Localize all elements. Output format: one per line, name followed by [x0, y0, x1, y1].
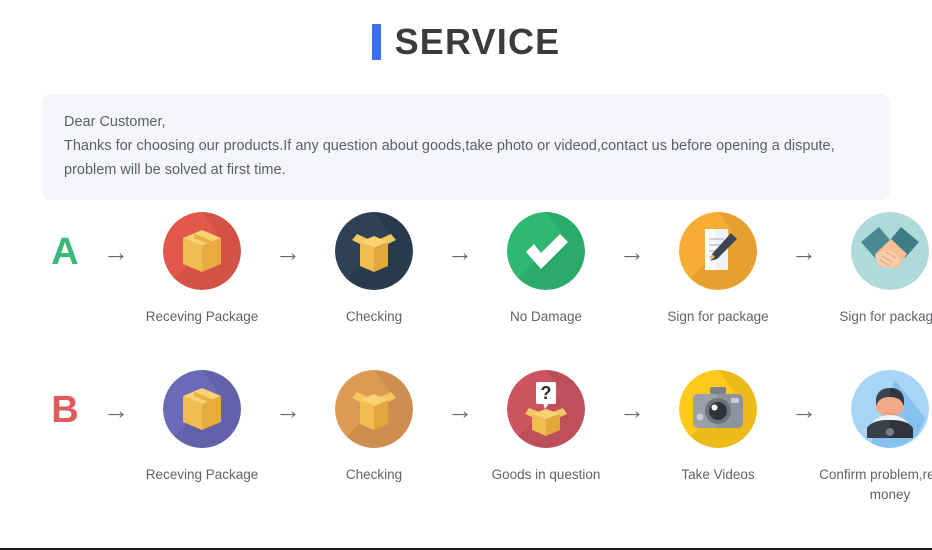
step-b-goods-in-question[interactable]: ? Goods in question — [488, 370, 604, 485]
service-page: SERVICE Dear Customer, Thanks for choosi… — [0, 0, 932, 550]
arrow-icon: → — [604, 370, 660, 450]
notice-line-3: problem will be solved at first time. — [64, 162, 286, 178]
closed-box-icon — [163, 370, 241, 448]
step-label: Receving Package — [145, 309, 259, 324]
step-label: Checking — [345, 467, 403, 482]
step-a-no-damage[interactable]: No Damage — [488, 212, 604, 327]
step-label: Receving Package — [145, 467, 259, 482]
check-mark-icon — [507, 212, 585, 290]
arrow-icon: → — [776, 370, 832, 450]
step-label: Sign for package — [839, 309, 932, 324]
step-b-take-videos[interactable]: Take Videos — [660, 370, 776, 485]
page-title: SERVICE — [0, 0, 932, 62]
step-label: No Damage — [509, 309, 583, 324]
support-agent-icon — [851, 370, 929, 448]
flow-letter-b: B — [51, 389, 79, 431]
step-b-checking[interactable]: Checking — [316, 370, 432, 485]
arrow-icon: → — [260, 212, 316, 292]
notice-line-2: Thanks for choosing our products.If any … — [64, 138, 835, 154]
arrow-icon: → — [776, 212, 832, 292]
flow-row-a: A → Receving Package → Checking → No Dam… — [0, 212, 932, 327]
arrow-icon: → — [260, 370, 316, 450]
question-box-icon: ? — [507, 370, 585, 448]
step-b-confirm-problem-refund[interactable]: Confirm problem,refund money — [819, 370, 932, 505]
title-accent-bar — [371, 24, 381, 60]
arrow-icon: → — [432, 370, 488, 450]
step-a-sign-for-package-handshake[interactable]: Sign for package — [832, 212, 932, 327]
step-a-checking[interactable]: Checking — [316, 212, 432, 327]
camera-icon — [679, 370, 757, 448]
customer-notice-box: Dear Customer, Thanks for choosing our p… — [42, 94, 890, 200]
document-pen-icon — [679, 212, 757, 290]
flow-row-b: B → Receving Package → Checking → ? Good… — [0, 370, 932, 505]
arrow-icon: → — [604, 212, 660, 292]
handshake-icon — [851, 212, 929, 290]
step-label: Confirm problem,refund money — [819, 467, 932, 502]
page-title-text: SERVICE — [394, 21, 561, 62]
flow-letter-a: A — [51, 231, 79, 273]
step-a-sign-for-package-doc[interactable]: Sign for package — [660, 212, 776, 327]
svg-text:?: ? — [541, 383, 552, 403]
arrow-icon: → — [88, 370, 144, 450]
open-box-icon — [335, 370, 413, 448]
step-label: Checking — [345, 309, 403, 324]
notice-line-1: Dear Customer, — [64, 114, 166, 130]
step-label: Sign for package — [667, 309, 769, 324]
closed-box-icon — [163, 212, 241, 290]
step-b-receiving-package[interactable]: Receving Package — [144, 370, 260, 485]
open-box-icon — [335, 212, 413, 290]
arrow-icon: → — [432, 212, 488, 292]
arrow-icon: → — [88, 212, 144, 292]
step-a-receiving-package[interactable]: Receving Package — [144, 212, 260, 327]
step-label: Goods in question — [491, 467, 601, 482]
step-label: Take Videos — [681, 467, 755, 482]
